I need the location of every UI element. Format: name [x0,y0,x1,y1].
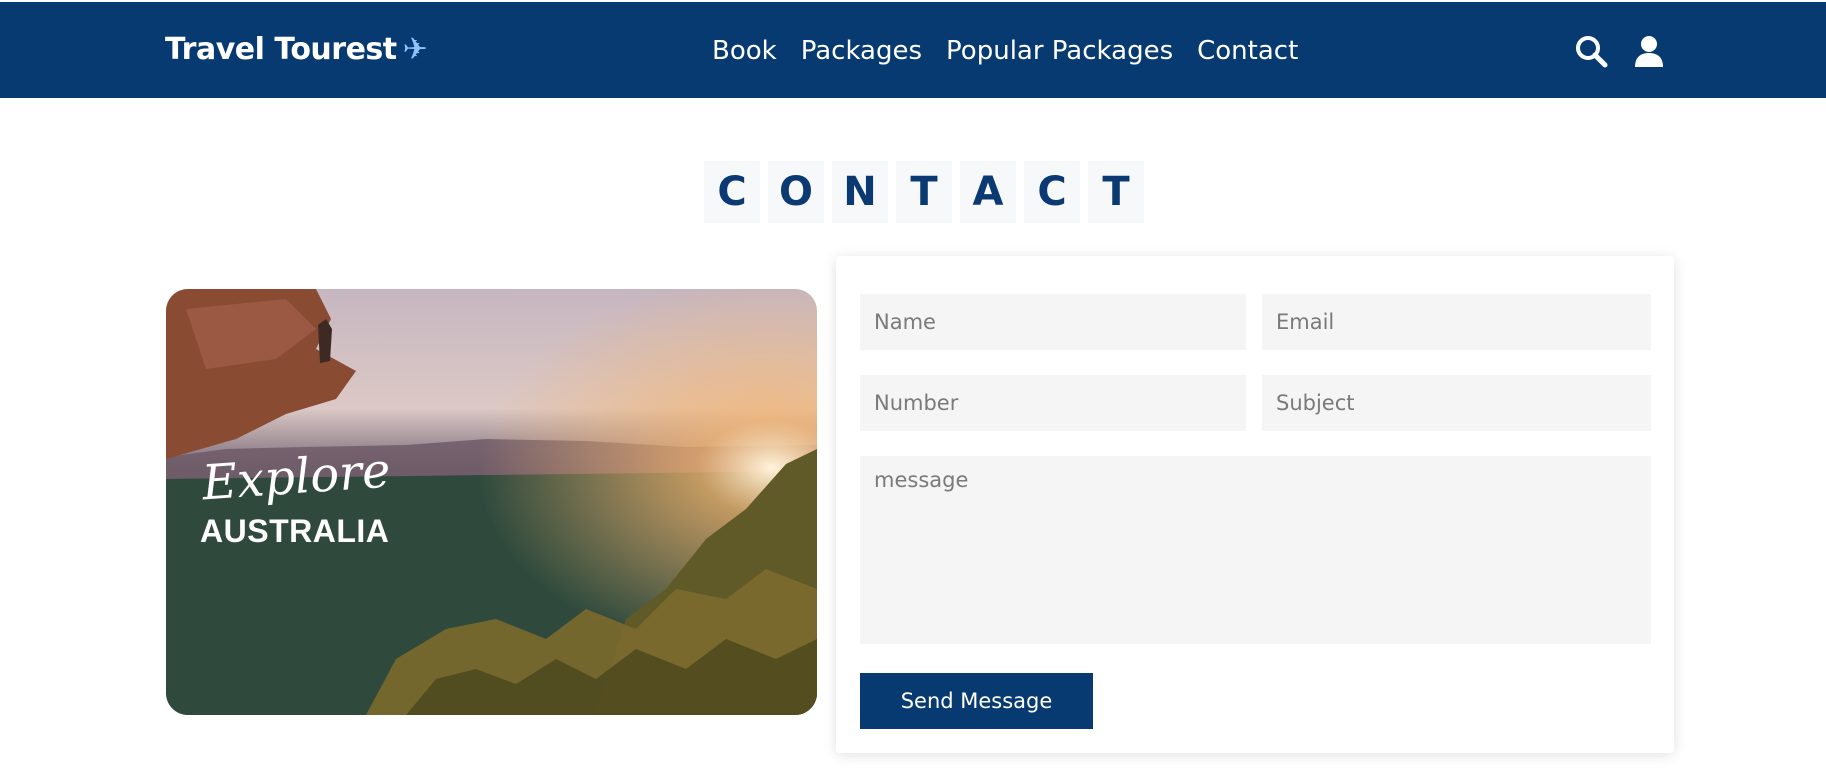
top-navbar: Travel Tourest ✈ Book Packages Popular Pa… [0,2,1826,98]
nav-link-packages[interactable]: Packages [801,36,922,66]
search-icon[interactable] [1574,34,1608,68]
main-nav: Book Packages Popular Packages Contact [712,36,1298,66]
title-letter: C [1024,161,1080,223]
title-letter: N [832,161,888,223]
nav-link-popular-packages[interactable]: Popular Packages [946,36,1173,66]
logo-text: Travel Tourest [165,32,397,67]
brand-logo[interactable]: Travel Tourest ✈ [165,32,428,67]
subject-input[interactable] [1262,375,1651,431]
title-letter: O [768,161,824,223]
nav-link-contact[interactable]: Contact [1197,36,1298,66]
contact-form-card: Send Message [836,256,1674,753]
airplane-icon: ✈ [402,32,428,67]
title-letter: T [896,161,952,223]
user-icon[interactable] [1632,34,1666,68]
title-letter: A [960,161,1016,223]
australia-text: AUSTRALIA [200,513,390,549]
nav-link-book[interactable]: Book [712,36,777,66]
title-letter: C [704,161,760,223]
number-input[interactable] [860,375,1246,431]
section-title-contact: C O N T A C T [704,161,1144,223]
title-letter: T [1088,161,1144,223]
message-textarea[interactable] [860,456,1651,644]
email-input[interactable] [1262,294,1651,350]
send-message-button[interactable]: Send Message [860,673,1093,729]
explore-australia-image: Explore AUSTRALIA [166,289,817,715]
name-input[interactable] [860,294,1246,350]
